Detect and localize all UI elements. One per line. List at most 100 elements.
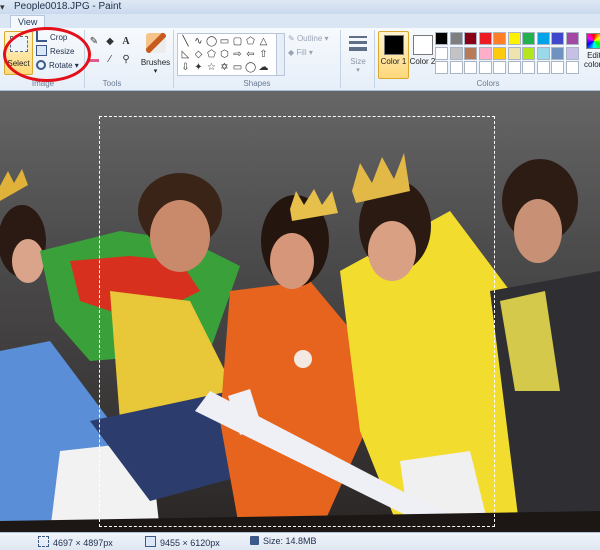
fill-label: Fill	[296, 48, 307, 57]
image-size-icon	[145, 536, 156, 547]
fill-button[interactable]: ◆ Fill ▾	[288, 48, 313, 57]
color2-button[interactable]: Color 2	[407, 31, 438, 79]
color1-label: Color 1	[380, 57, 407, 66]
shapes-scrollbar[interactable]	[276, 33, 285, 76]
fill-bucket-icon[interactable]: ◆	[104, 36, 116, 48]
quick-access-icon[interactable]: ▾	[0, 0, 10, 14]
size-button[interactable]: Size ▾	[345, 33, 371, 77]
oval-shape-icon[interactable]: ◯	[206, 36, 217, 47]
pencil-icon[interactable]: ✎	[88, 36, 100, 48]
palette-swatch[interactable]	[478, 32, 492, 45]
canvas[interactable]	[0, 91, 600, 532]
window-title: People0018.JPG - Paint	[14, 1, 122, 12]
up-arrow-shape-icon[interactable]: ⇧	[258, 49, 269, 60]
hexagon-shape-icon[interactable]: ⬡	[219, 49, 230, 60]
divider	[340, 30, 341, 88]
color-picker-icon[interactable]: ⁄	[104, 54, 116, 66]
file-size-status: Size: 14.8MB	[250, 536, 317, 546]
palette-swatch[interactable]	[536, 61, 550, 74]
file-size-text: Size: 14.8MB	[263, 536, 317, 546]
left-arrow-shape-icon[interactable]: ⇦	[245, 49, 256, 60]
color1-swatch	[383, 35, 404, 55]
polygon-shape-icon[interactable]: ⬠	[245, 36, 256, 47]
line-shape-icon[interactable]: ╲	[180, 36, 191, 47]
color1-button[interactable]: Color 1	[378, 31, 409, 79]
triangle-shape-icon[interactable]: △	[258, 36, 269, 47]
shapes-gallery: ╲ ∿ ◯ ▭ ▢ ⬠ △ ◺ ◇ ⬠ ⬡ ⇨ ⇦ ⇧ ⇩ ✦ ☆ ✡ ▭ ◯ …	[177, 33, 277, 76]
diamond-shape-icon[interactable]: ◇	[193, 49, 204, 60]
flower-bouquet	[294, 350, 312, 368]
shapes-group-label: Shapes	[243, 79, 271, 88]
palette-swatch[interactable]	[449, 32, 463, 45]
highlight-circle	[3, 27, 91, 82]
palette-swatch[interactable]	[565, 61, 579, 74]
palette-swatch[interactable]	[507, 32, 521, 45]
palette-swatch[interactable]	[435, 46, 448, 60]
palette-swatch[interactable]	[565, 32, 579, 45]
palette-swatch[interactable]	[522, 32, 535, 45]
edit-colors-button[interactable]: Edit colors	[584, 31, 600, 77]
brushes-label: Brushes	[140, 58, 171, 67]
palette-swatch[interactable]	[507, 46, 521, 60]
text-tool-icon[interactable]: A	[120, 36, 132, 48]
outline-label: Outline	[296, 34, 323, 43]
tools-grid: ✎ ◆ A ▬ ⁄ ⚲	[88, 36, 136, 70]
magnifier-icon[interactable]: ⚲	[120, 54, 132, 66]
clown-face	[150, 200, 210, 272]
down-arrow-shape-icon[interactable]: ⇩	[180, 62, 191, 73]
palette-swatch[interactable]	[449, 61, 463, 74]
palette-swatch[interactable]	[464, 46, 477, 60]
six-point-star-shape-icon[interactable]: ✡	[219, 62, 230, 73]
curve-shape-icon[interactable]: ∿	[193, 36, 204, 47]
pentagon-shape-icon[interactable]: ⬠	[206, 49, 217, 60]
photo	[0, 91, 600, 532]
status-bar: 4697 × 4897px 9455 × 6120px Size: 14.8MB	[0, 532, 600, 550]
selection-size-text: 4697 × 4897px	[53, 538, 113, 548]
palette-swatch[interactable]	[493, 32, 506, 45]
disk-icon	[250, 536, 259, 545]
right-arrow-shape-icon[interactable]: ⇨	[232, 49, 243, 60]
outline-button[interactable]: ✎ Outline ▾	[288, 34, 329, 43]
palette-swatch[interactable]	[478, 46, 492, 60]
right-man-face	[514, 199, 562, 263]
chevron-down-icon: ▾	[153, 68, 158, 75]
palette-swatch[interactable]	[464, 32, 477, 45]
right-triangle-shape-icon[interactable]: ◺	[180, 49, 191, 60]
five-point-star-shape-icon[interactable]: ☆	[206, 62, 217, 73]
image-size-text: 9455 × 6120px	[160, 538, 220, 548]
rounded-rectangle-shape-icon[interactable]: ▢	[232, 36, 243, 47]
callout-shape-icon[interactable]: ▭	[232, 62, 243, 73]
middle-girl-face	[270, 233, 314, 289]
tools-group-label: Tools	[102, 79, 122, 88]
oval-callout-shape-icon[interactable]: ◯	[245, 62, 256, 73]
palette-swatch[interactable]	[551, 32, 564, 45]
palette-swatch[interactable]	[522, 61, 535, 74]
size-lines-icon	[345, 36, 371, 51]
palette-swatch[interactable]	[435, 61, 448, 74]
palette-swatch[interactable]	[493, 61, 506, 74]
palette-swatch[interactable]	[464, 61, 477, 74]
divider	[173, 30, 174, 88]
brushes-button[interactable]: Brushes ▾	[140, 31, 171, 75]
cloud-callout-shape-icon[interactable]: ☁	[258, 62, 269, 73]
palette-swatch[interactable]	[551, 61, 564, 74]
color-wheel-icon	[586, 33, 600, 49]
palette-swatch[interactable]	[435, 32, 448, 45]
palette-swatch[interactable]	[507, 61, 521, 74]
rectangle-shape-icon[interactable]: ▭	[219, 36, 230, 47]
palette-swatch[interactable]	[493, 46, 506, 60]
color-palette	[435, 32, 581, 76]
four-point-star-shape-icon[interactable]: ✦	[193, 62, 204, 73]
palette-swatch[interactable]	[478, 61, 492, 74]
palette-swatch[interactable]	[536, 32, 550, 45]
color2-label: Color 2	[409, 57, 436, 66]
selection-size-status: 4697 × 4897px	[38, 536, 113, 548]
colors-group-label: Colors	[476, 79, 500, 88]
image-size-status: 9455 × 6120px	[145, 536, 220, 548]
title-bar: ▾ People0018.JPG - Paint	[0, 0, 600, 15]
palette-swatch[interactable]	[565, 46, 579, 60]
palette-swatch[interactable]	[551, 46, 564, 60]
palette-swatch[interactable]	[536, 46, 550, 60]
palette-swatch[interactable]	[449, 46, 463, 60]
palette-swatch[interactable]	[522, 46, 535, 60]
